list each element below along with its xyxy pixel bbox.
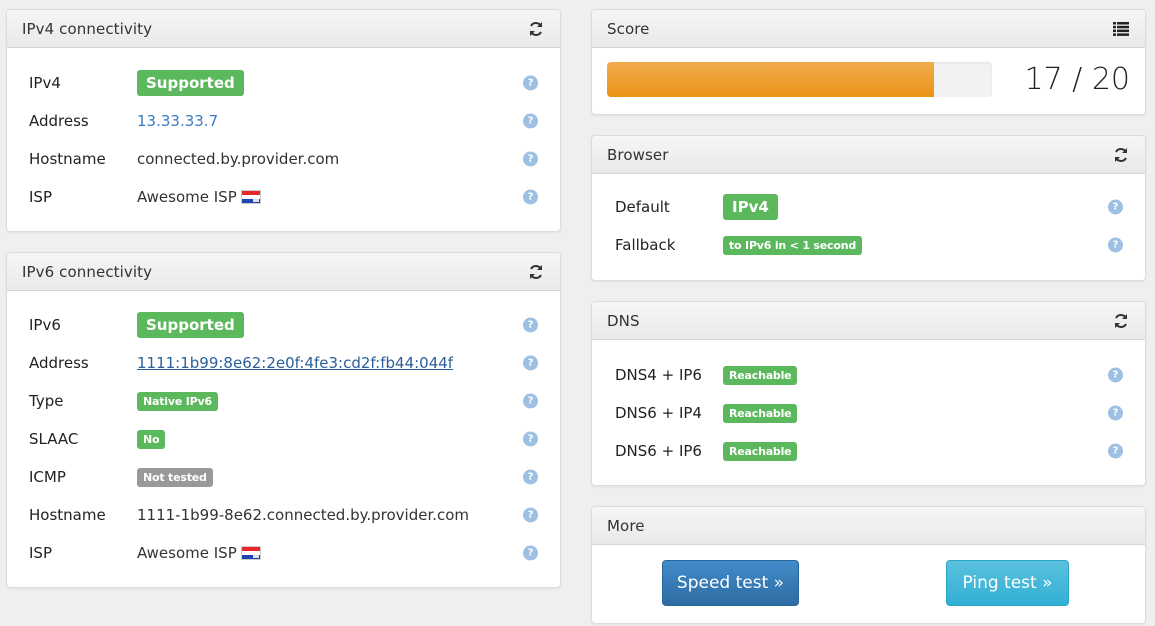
isp-value: Awesome ISP [137,544,237,562]
ipv6-row-address: Address 1111:1b99:8e62:2e0f:4fe3:cd2f:fb… [29,344,538,382]
hostname-value: connected.by.provider.com [137,150,340,168]
help-icon[interactable]: ? [523,189,538,205]
ipv6-panel-heading: IPv6 connectivity [7,253,560,291]
more-panel-title: More [607,516,645,535]
row-label: IPv6 [29,316,61,334]
row-label: Hostname [29,506,106,524]
ipv6-row-type: Type Native IPv6 ? [29,382,538,420]
help-icon[interactable]: ? [523,151,538,167]
row-label: Fallback [615,236,676,254]
help-icon[interactable]: ? [1108,443,1123,459]
ipv4-address-link[interactable]: 13.33.33.7 [137,112,218,130]
type-badge: Native IPv6 [137,391,218,411]
fallback-badge: to IPv6 in < 1 second [723,235,863,255]
score-panel-title: Score [607,19,650,38]
help-icon[interactable]: ? [523,113,538,129]
isp-value: Awesome ISP [137,188,237,206]
row-label: Default [615,198,670,216]
help-icon[interactable]: ? [523,317,538,333]
more-panel-heading: More [592,507,1145,545]
score-panel: Score 17 / 20 [591,9,1146,115]
reachable-badge: Reachable [723,403,798,423]
help-icon[interactable]: ? [523,469,538,485]
refresh-icon[interactable] [1112,312,1130,330]
nl-flag-icon [240,190,261,204]
score-body: 17 / 20 [592,48,1145,111]
dns-row: DNS6 + IP4 Reachable ? [615,394,1123,432]
ipv6-panel: IPv6 connectivity IPv6 Supported ? Addre… [6,252,561,588]
row-label: DNS6 + IP6 [615,442,702,460]
browser-row-default: Default IPv4 ? [615,188,1123,226]
dns-panel-title: DNS [607,311,640,330]
more-panel: More Speed test » Ping test » [591,506,1146,624]
help-icon[interactable]: ? [1108,237,1123,253]
help-icon[interactable]: ? [523,75,538,91]
refresh-icon[interactable] [527,263,545,281]
ipv6-address-link[interactable]: 1111:1b99:8e62:2e0f:4fe3:cd2f:fb44:044f [137,354,453,372]
score-progress-fill [607,62,935,97]
list-icon[interactable] [1112,20,1130,38]
dns-row: DNS4 + IP6 Reachable ? [615,356,1123,394]
browser-row-fallback: Fallback to IPv6 in < 1 second ? [615,226,1123,264]
browser-panel: Browser Default IPv4 ? Fallback to IPv6 … [591,135,1146,281]
ipv6-panel-body: IPv6 Supported ? Address 1111:1b99:8e62:… [7,291,560,572]
help-icon[interactable]: ? [523,431,538,447]
help-icon[interactable]: ? [523,393,538,409]
row-label: Type [29,392,64,410]
row-label: IPv4 [29,74,61,92]
ipv4-panel-heading: IPv4 connectivity [7,10,560,48]
reachable-badge: Reachable [723,441,798,461]
ipv4-panel: IPv4 connectivity IPv4 Supported ? Addre… [6,9,561,232]
ipv4-panel-title: IPv4 connectivity [22,19,153,38]
help-icon[interactable]: ? [1108,405,1123,421]
ipv6-row-support: IPv6 Supported ? [29,306,538,344]
nl-flag-icon [240,546,261,560]
row-label: ICMP [29,468,66,486]
ipv4-row-isp: ISP Awesome ISP ? [29,178,538,216]
dns-panel: DNS DNS4 + IP6 Reachable ? DNS6 + IP4 Re… [591,301,1146,486]
dns-row: DNS6 + IP6 Reachable ? [615,432,1123,470]
help-icon[interactable]: ? [523,355,538,371]
row-label: DNS6 + IP4 [615,404,702,422]
ipv6-panel-title: IPv6 connectivity [22,262,153,281]
ipv4-row-hostname: Hostname connected.by.provider.com ? [29,140,538,178]
row-label: Address [29,354,89,372]
browser-panel-title: Browser [607,145,669,164]
browser-panel-heading: Browser [592,136,1145,174]
row-label: DNS4 + IP6 [615,366,702,384]
score-progress-bar [607,62,992,97]
row-label: ISP [29,188,52,206]
supported-badge: Supported [137,70,244,96]
dns-panel-heading: DNS [592,302,1145,340]
help-icon[interactable]: ? [1108,199,1123,215]
dns-panel-body: DNS4 + IP6 Reachable ? DNS6 + IP4 Reacha… [592,340,1145,470]
refresh-icon[interactable] [527,20,545,38]
slaac-badge: No [137,429,166,449]
ipv4-row-address: Address 13.33.33.7 ? [29,102,538,140]
ipv4-panel-body: IPv4 Supported ? Address 13.33.33.7 ? Ho… [7,48,560,216]
icmp-badge: Not tested [137,467,213,487]
row-label: Address [29,112,89,130]
ipv6-row-slaac: SLAAC No ? [29,420,538,458]
help-icon[interactable]: ? [1108,367,1123,383]
browser-panel-body: Default IPv4 ? Fallback to IPv6 in < 1 s… [592,174,1145,264]
speed-test-button[interactable]: Speed test » [662,560,799,606]
ipv6-row-isp: ISP Awesome ISP ? [29,534,538,572]
hostname-value: 1111-1b99-8e62.connected.by.provider.com [137,506,470,524]
ipv6-row-icmp: ICMP Not tested ? [29,458,538,496]
row-label: SLAAC [29,430,79,448]
help-icon[interactable]: ? [523,507,538,523]
ping-test-button[interactable]: Ping test » [946,560,1069,606]
reachable-badge: Reachable [723,365,798,385]
ipv6-row-hostname: Hostname 1111-1b99-8e62.connected.by.pro… [29,496,538,534]
row-label: ISP [29,544,52,562]
row-label: Hostname [29,150,106,168]
supported-badge: Supported [137,312,244,338]
help-icon[interactable]: ? [523,545,538,561]
refresh-icon[interactable] [1112,146,1130,164]
score-text: 17 / 20 [1024,62,1130,97]
default-badge: IPv4 [723,194,778,220]
ipv4-row-support: IPv4 Supported ? [29,64,538,102]
score-panel-heading: Score [592,10,1145,48]
